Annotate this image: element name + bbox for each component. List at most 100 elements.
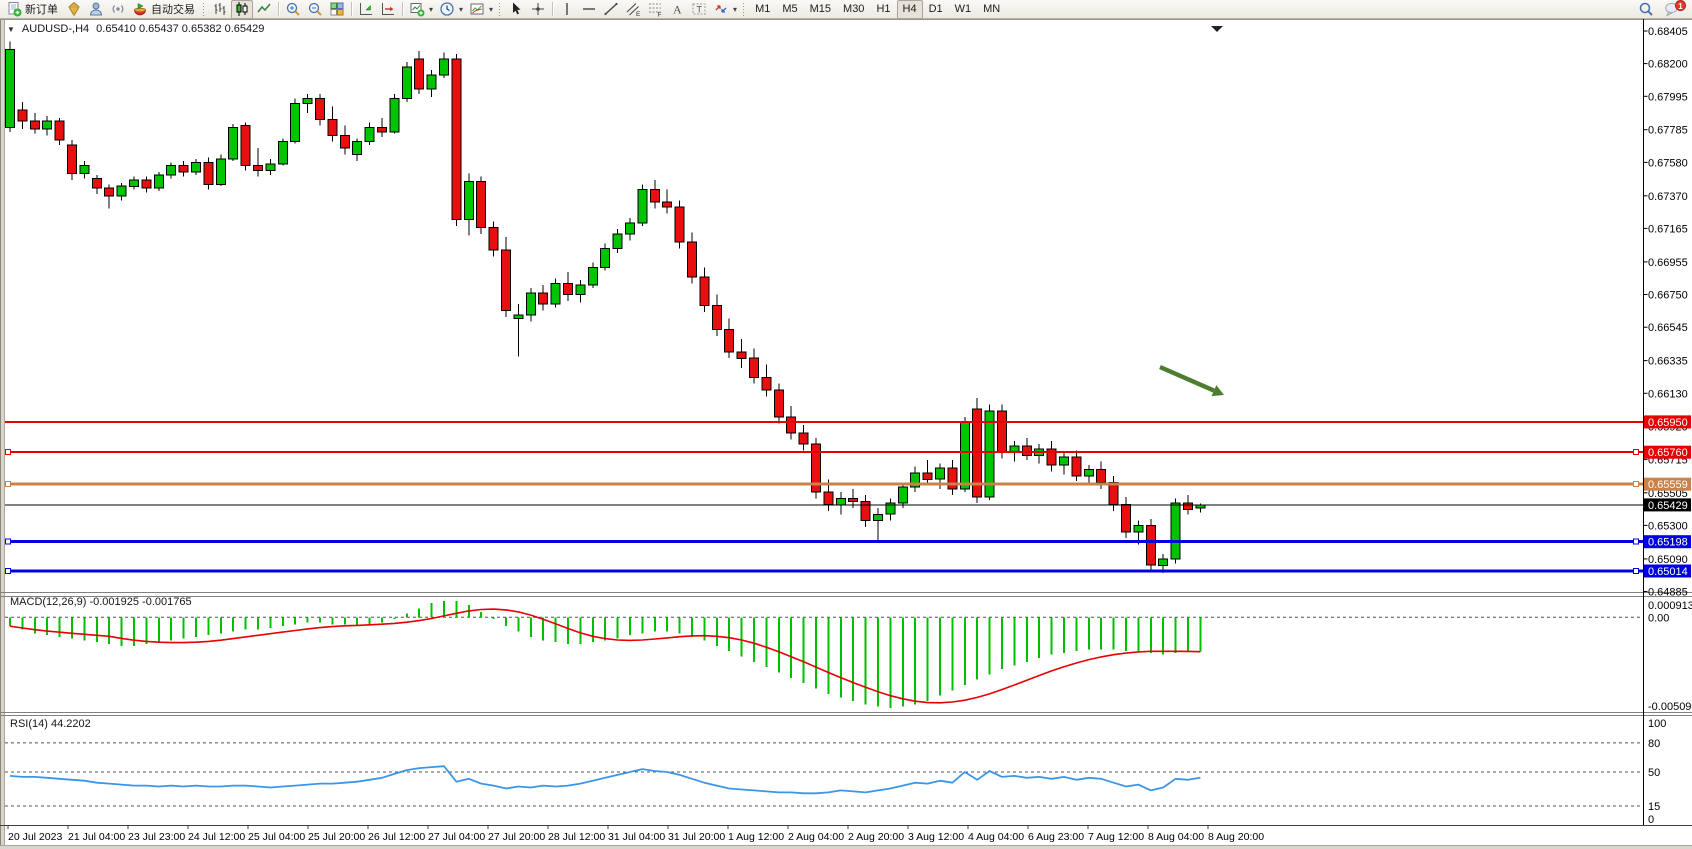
- tf-m15-button[interactable]: M15: [804, 0, 837, 19]
- svg-text:2 Aug 04:00: 2 Aug 04:00: [788, 831, 844, 843]
- candle-chart-button[interactable]: [231, 0, 253, 19]
- svg-text:T: T: [697, 5, 703, 15]
- svg-text:8 Aug 20:00: 8 Aug 20:00: [1208, 831, 1264, 843]
- cursor-button[interactable]: [505, 0, 527, 19]
- svg-text:0.65090: 0.65090: [1648, 554, 1688, 566]
- periods-button[interactable]: ▾: [436, 0, 466, 19]
- svg-text:0.64885: 0.64885: [1648, 587, 1688, 599]
- tile-windows-button[interactable]: [326, 0, 348, 19]
- svg-text:100: 100: [1648, 718, 1666, 730]
- notifications-button[interactable]: 1: [1661, 0, 1683, 19]
- svg-text:0.66955: 0.66955: [1648, 257, 1688, 269]
- tf-m15-button-label: M15: [807, 3, 834, 15]
- fibonacci-button[interactable]: F: [644, 0, 666, 19]
- toolbar-separator: [552, 2, 553, 16]
- svg-text:4 Aug 04:00: 4 Aug 04:00: [968, 831, 1024, 843]
- chevron-down-icon: ▾: [429, 5, 433, 14]
- line-handle: [6, 569, 11, 574]
- svg-text:24 Jul 12:00: 24 Jul 12:00: [188, 831, 245, 843]
- new-chart-icon: [409, 1, 425, 17]
- market-watch-button[interactable]: [63, 0, 85, 19]
- crosshair-button[interactable]: [527, 0, 549, 19]
- svg-text:A: A: [673, 3, 682, 17]
- vertical-line-button[interactable]: [556, 0, 578, 19]
- line-handle: [1634, 482, 1639, 487]
- toolbar: 新订单自动交易▾▾▾EFAT▾M1M5M15M30H1H4D1W1MN1: [0, 0, 1692, 19]
- signal-icon: [110, 1, 126, 17]
- autoscroll-button[interactable]: [355, 0, 377, 19]
- tf-mn-button[interactable]: MN: [977, 0, 1006, 19]
- svg-text:E: E: [636, 11, 641, 17]
- svg-text:8 Aug 04:00: 8 Aug 04:00: [1148, 831, 1204, 843]
- chart-canvas[interactable]: 0.684050.682000.679950.677850.675800.673…: [0, 19, 1692, 849]
- svg-text:0.65559: 0.65559: [1648, 479, 1688, 491]
- new-order-button[interactable]: 新订单: [3, 0, 63, 19]
- data-window-button[interactable]: [85, 0, 107, 19]
- autotrade-button[interactable]: 自动交易: [129, 0, 200, 19]
- fibonacci-icon: F: [647, 1, 663, 17]
- horizontal-line-button[interactable]: [578, 0, 600, 19]
- svg-text:21 Jul 04:00: 21 Jul 04:00: [68, 831, 125, 843]
- svg-text:15: 15: [1648, 801, 1660, 813]
- line-chart-button[interactable]: [253, 0, 275, 19]
- search-button[interactable]: [1635, 0, 1657, 19]
- svg-text:0.65014: 0.65014: [1648, 566, 1688, 578]
- svg-text:0: 0: [1648, 814, 1654, 826]
- signals-button[interactable]: [107, 0, 129, 19]
- chevron-down-icon: ▾: [489, 5, 493, 14]
- text-button[interactable]: A: [666, 0, 688, 19]
- crosshair-icon: [530, 1, 546, 17]
- text-icon: A: [669, 1, 685, 17]
- chart-shift-button[interactable]: [377, 0, 399, 19]
- svg-text:0.67580: 0.67580: [1648, 157, 1688, 169]
- tf-m5-button[interactable]: M5: [776, 0, 803, 19]
- tf-h1-button-label: H1: [873, 3, 893, 15]
- chart-ohlc-values: 0.65410 0.65437 0.65382 0.65429: [96, 23, 264, 35]
- zoom-in-icon: [285, 1, 301, 17]
- arrows-button[interactable]: ▾: [710, 0, 740, 19]
- toolbar-separator: [402, 2, 403, 16]
- svg-text:0.68405: 0.68405: [1648, 26, 1688, 38]
- tf-w1-button[interactable]: W1: [949, 0, 978, 19]
- svg-text:3 Aug 12:00: 3 Aug 12:00: [908, 831, 964, 843]
- tf-h4-button[interactable]: H4: [897, 0, 923, 19]
- new-order-button-label: 新订单: [25, 1, 60, 17]
- line-handle: [6, 482, 11, 487]
- arrows-icon: [713, 1, 729, 17]
- bar-chart-button[interactable]: [209, 0, 231, 19]
- channel-button[interactable]: E: [622, 0, 644, 19]
- line-handle: [6, 539, 11, 544]
- tf-h1-button[interactable]: H1: [870, 0, 896, 19]
- svg-text:F: F: [658, 12, 662, 18]
- zoom-in-button[interactable]: [282, 0, 304, 19]
- svg-text:23 Jul 23:00: 23 Jul 23:00: [128, 831, 185, 843]
- line-handle: [1634, 539, 1639, 544]
- chart-shift-icon: [380, 1, 396, 17]
- toolbar-grip: [201, 2, 206, 16]
- toolbar-separator: [351, 2, 352, 16]
- svg-text:0.65760: 0.65760: [1648, 447, 1688, 459]
- tf-m1-button[interactable]: M1: [749, 0, 776, 19]
- trendline-button[interactable]: [600, 0, 622, 19]
- tf-m5-button-label: M5: [779, 3, 800, 15]
- tf-d1-button[interactable]: D1: [923, 0, 949, 19]
- svg-text:0.66130: 0.66130: [1648, 388, 1688, 400]
- new-chart-button[interactable]: ▾: [406, 0, 436, 19]
- zoom-out-icon: [307, 1, 323, 17]
- new-order-icon: [6, 1, 22, 17]
- tf-w1-button-label: W1: [952, 3, 975, 15]
- zoom-out-button[interactable]: [304, 0, 326, 19]
- svg-text:0.66545: 0.66545: [1648, 322, 1688, 334]
- svg-text:0.65429: 0.65429: [1648, 500, 1688, 512]
- svg-text:0.67785: 0.67785: [1648, 125, 1688, 137]
- tf-m1-button-label: M1: [752, 3, 773, 15]
- templates-button[interactable]: ▾: [466, 0, 496, 19]
- chart-collapse-icon[interactable]: ▼: [7, 25, 15, 34]
- cursor-icon: [508, 1, 524, 17]
- toolbar-separator: [278, 2, 279, 16]
- svg-text:0.65950: 0.65950: [1648, 417, 1688, 429]
- svg-text:27 Jul 20:00: 27 Jul 20:00: [488, 831, 545, 843]
- label-button[interactable]: T: [688, 0, 710, 19]
- toolbar-right: 1: [1635, 0, 1689, 19]
- tf-m30-button[interactable]: M30: [837, 0, 870, 19]
